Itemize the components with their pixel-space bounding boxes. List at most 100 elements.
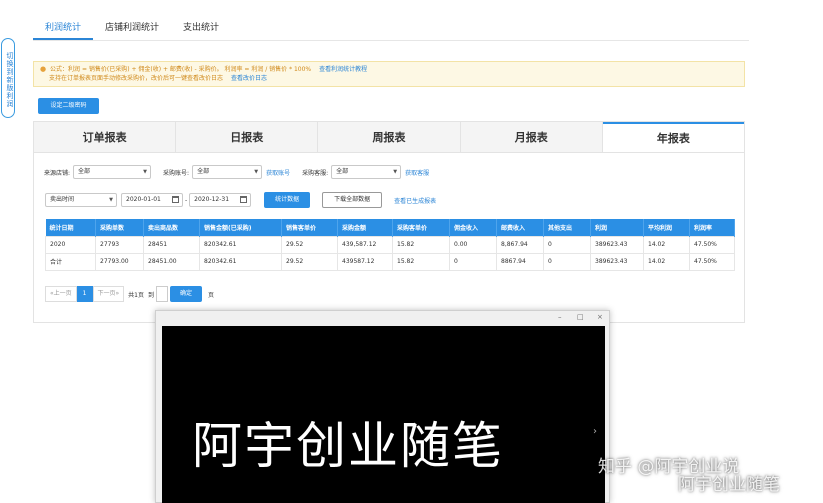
store-label: 来源店铺: [44,169,71,177]
lightbulb-icon: ● [40,65,47,73]
table-cell: 27793.00 [95,252,144,271]
download-all-button[interactable]: 下载全部数据 [322,192,383,208]
date-separator: - [185,196,188,204]
col-profit-rate: 利润率 [689,219,735,236]
chevron-down-icon: ▼ [393,169,398,175]
formula-notice: ● 公式：利润 = 销售价(已采购) + 佣金(收) + 邮费(收) - 采购价… [33,61,745,87]
minimize-icon[interactable]: – [558,313,562,321]
price-log-link[interactable]: 查看改价日志 [231,75,267,82]
video-player-window[interactable]: – □ × 阿宇创业随笔 › [155,310,610,503]
chevron-down-icon: ▼ [254,169,259,175]
end-date-input[interactable]: 2020-12-31 [189,193,252,207]
set-secondary-password-button[interactable]: 设定二级密码 [38,98,99,114]
table-cell: 439587.12 [337,252,393,271]
close-icon[interactable]: × [597,313,603,321]
table-cell: 14.02 [643,252,690,271]
table-cell: 29.52 [281,252,338,271]
notice-formula-text: 公式：利润 = 销售价(已采购) + 佣金(收) + 邮费(收) - 采购价。 … [50,66,312,73]
table-cell: 47.50% [689,252,735,271]
store-select-value: 全部 [78,168,91,175]
table-cell: 820342.61 [199,235,282,254]
stats-data-button[interactable]: 统计数据 [264,192,311,208]
chevron-down-icon: ▼ [143,169,148,175]
account-select[interactable]: 全部 ▼ [192,165,263,179]
goto-text: 到 [148,291,155,299]
time-type-select[interactable]: 卖出时间 ▼ [45,193,117,207]
start-date-value: 2020-01-01 [126,196,161,203]
table-header-row: 统计日期 采购单数 卖出商品数 销售金额(已采购) 销售客单价 采购金额 采购客… [45,219,735,236]
table-cell: 15.82 [392,235,450,254]
end-date-value: 2020-12-31 [194,196,230,203]
tab-profit-stats[interactable]: 利润统计 [33,14,94,40]
table-cell: 820342.61 [199,252,282,271]
tab-store-profit-stats[interactable]: 店铺利润统计 [93,14,171,40]
start-date-input[interactable]: 2020-01-01 [121,193,183,207]
total-pages-text: 共1页 [128,291,144,299]
wechat-watermark-text: 阿宇创业随笔 [678,475,780,495]
col-sales-unit-price: 销售客单价 [281,219,338,236]
table-cell: 389623.43 [590,235,644,254]
table-cell: 15.82 [392,252,450,271]
page-unit-text: 页 [208,291,215,299]
account-label: 采购账号: [163,169,190,177]
prev-page-button[interactable]: «上一页 [45,286,77,302]
maximize-icon[interactable]: □ [577,313,584,321]
table-cell: 0 [449,252,497,271]
col-sales-amount: 销售金额(已采购) [199,219,282,236]
table-cell: 439,587.12 [337,235,393,254]
table-cell: 28451.00 [143,252,200,271]
col-stat-date: 统计日期 [45,219,96,236]
wechat-icon [660,478,675,492]
video-frame[interactable]: 阿宇创业随笔 › [162,326,605,503]
table-cell: 8867.94 [496,252,544,271]
table-cell: 0.00 [449,235,497,254]
service-select[interactable]: 全部 ▼ [331,165,402,179]
yearly-report-table: 统计日期 采购单数 卖出商品数 销售金额(已采购) 销售客单价 采购金额 采购客… [45,219,735,271]
tab-daily-report[interactable]: 日报表 [176,122,319,152]
goto-page-input[interactable] [156,286,169,302]
table-cell: 0 [543,235,591,254]
store-select[interactable]: 全部 ▼ [73,165,152,179]
chevron-right-icon[interactable]: › [593,426,597,437]
table-cell: 0 [543,252,591,271]
tab-divider [33,40,749,41]
profit-tutorial-link[interactable]: 查看利润统计教程 [319,66,367,73]
get-account-link[interactable]: 获取账号 [266,168,290,177]
account-select-value: 全部 [197,168,210,175]
calendar-icon [240,196,248,203]
col-purchase-orders: 采购单数 [95,219,144,236]
page-1-button[interactable]: 1 [76,286,93,302]
col-purchase-amount: 采购金额 [337,219,393,236]
wechat-watermark: 阿宇创业随笔 [660,470,780,495]
switch-new-version-tab[interactable]: 切换到新版利润 [1,38,15,118]
col-shipping-income: 邮费收入 [496,219,544,236]
confirm-goto-button[interactable]: 确定 [170,286,203,302]
table-cell: 8,867.94 [496,235,544,254]
date-row: 卖出时间 ▼ 2020-01-01 - 2020-12-31 统计数据 下载全部… [45,192,436,208]
tab-expense-stats[interactable]: 支出统计 [171,14,231,40]
get-service-link[interactable]: 获取客服 [405,168,429,177]
time-type-value: 卖出时间 [50,196,75,203]
table-total-row: 合计 27793.00 28451.00 820342.61 29.52 439… [45,252,735,271]
tab-order-report[interactable]: 订单报表 [34,122,177,152]
service-select-value: 全部 [336,168,349,175]
next-page-button[interactable]: 下一页» [92,286,125,302]
table-cell: 合计 [45,252,96,271]
col-profit: 利润 [590,219,644,236]
tab-weekly-report[interactable]: 周报表 [318,122,461,152]
tab-yearly-report[interactable]: 年报表 [602,122,745,152]
table-cell: 2020 [45,235,96,254]
col-commission-income: 佣金收入 [449,219,497,236]
tab-monthly-report[interactable]: 月报表 [461,122,603,152]
table-cell: 14.02 [643,235,690,254]
table-cell: 29.52 [281,235,338,254]
table-cell: 27793 [95,235,144,254]
col-items-sold: 卖出商品数 [143,219,200,236]
top-tab-bar: 利润统计 店铺利润统计 支出统计 [33,14,231,40]
table-row: 2020 27793 28451 820342.61 29.52 439,587… [45,235,735,254]
calendar-icon [172,196,179,203]
report-tab-bar: 订单报表 日报表 周报表 月报表 年报表 [34,122,745,153]
col-avg-profit: 平均利润 [643,219,690,236]
filter-row: 来源店铺: 全部 ▼ 采购账号: 全部 ▼ 获取账号 采购客服: 全部 ▼ 获取… [44,165,429,179]
view-generated-reports-link[interactable]: 查看已生成报表 [394,196,436,205]
